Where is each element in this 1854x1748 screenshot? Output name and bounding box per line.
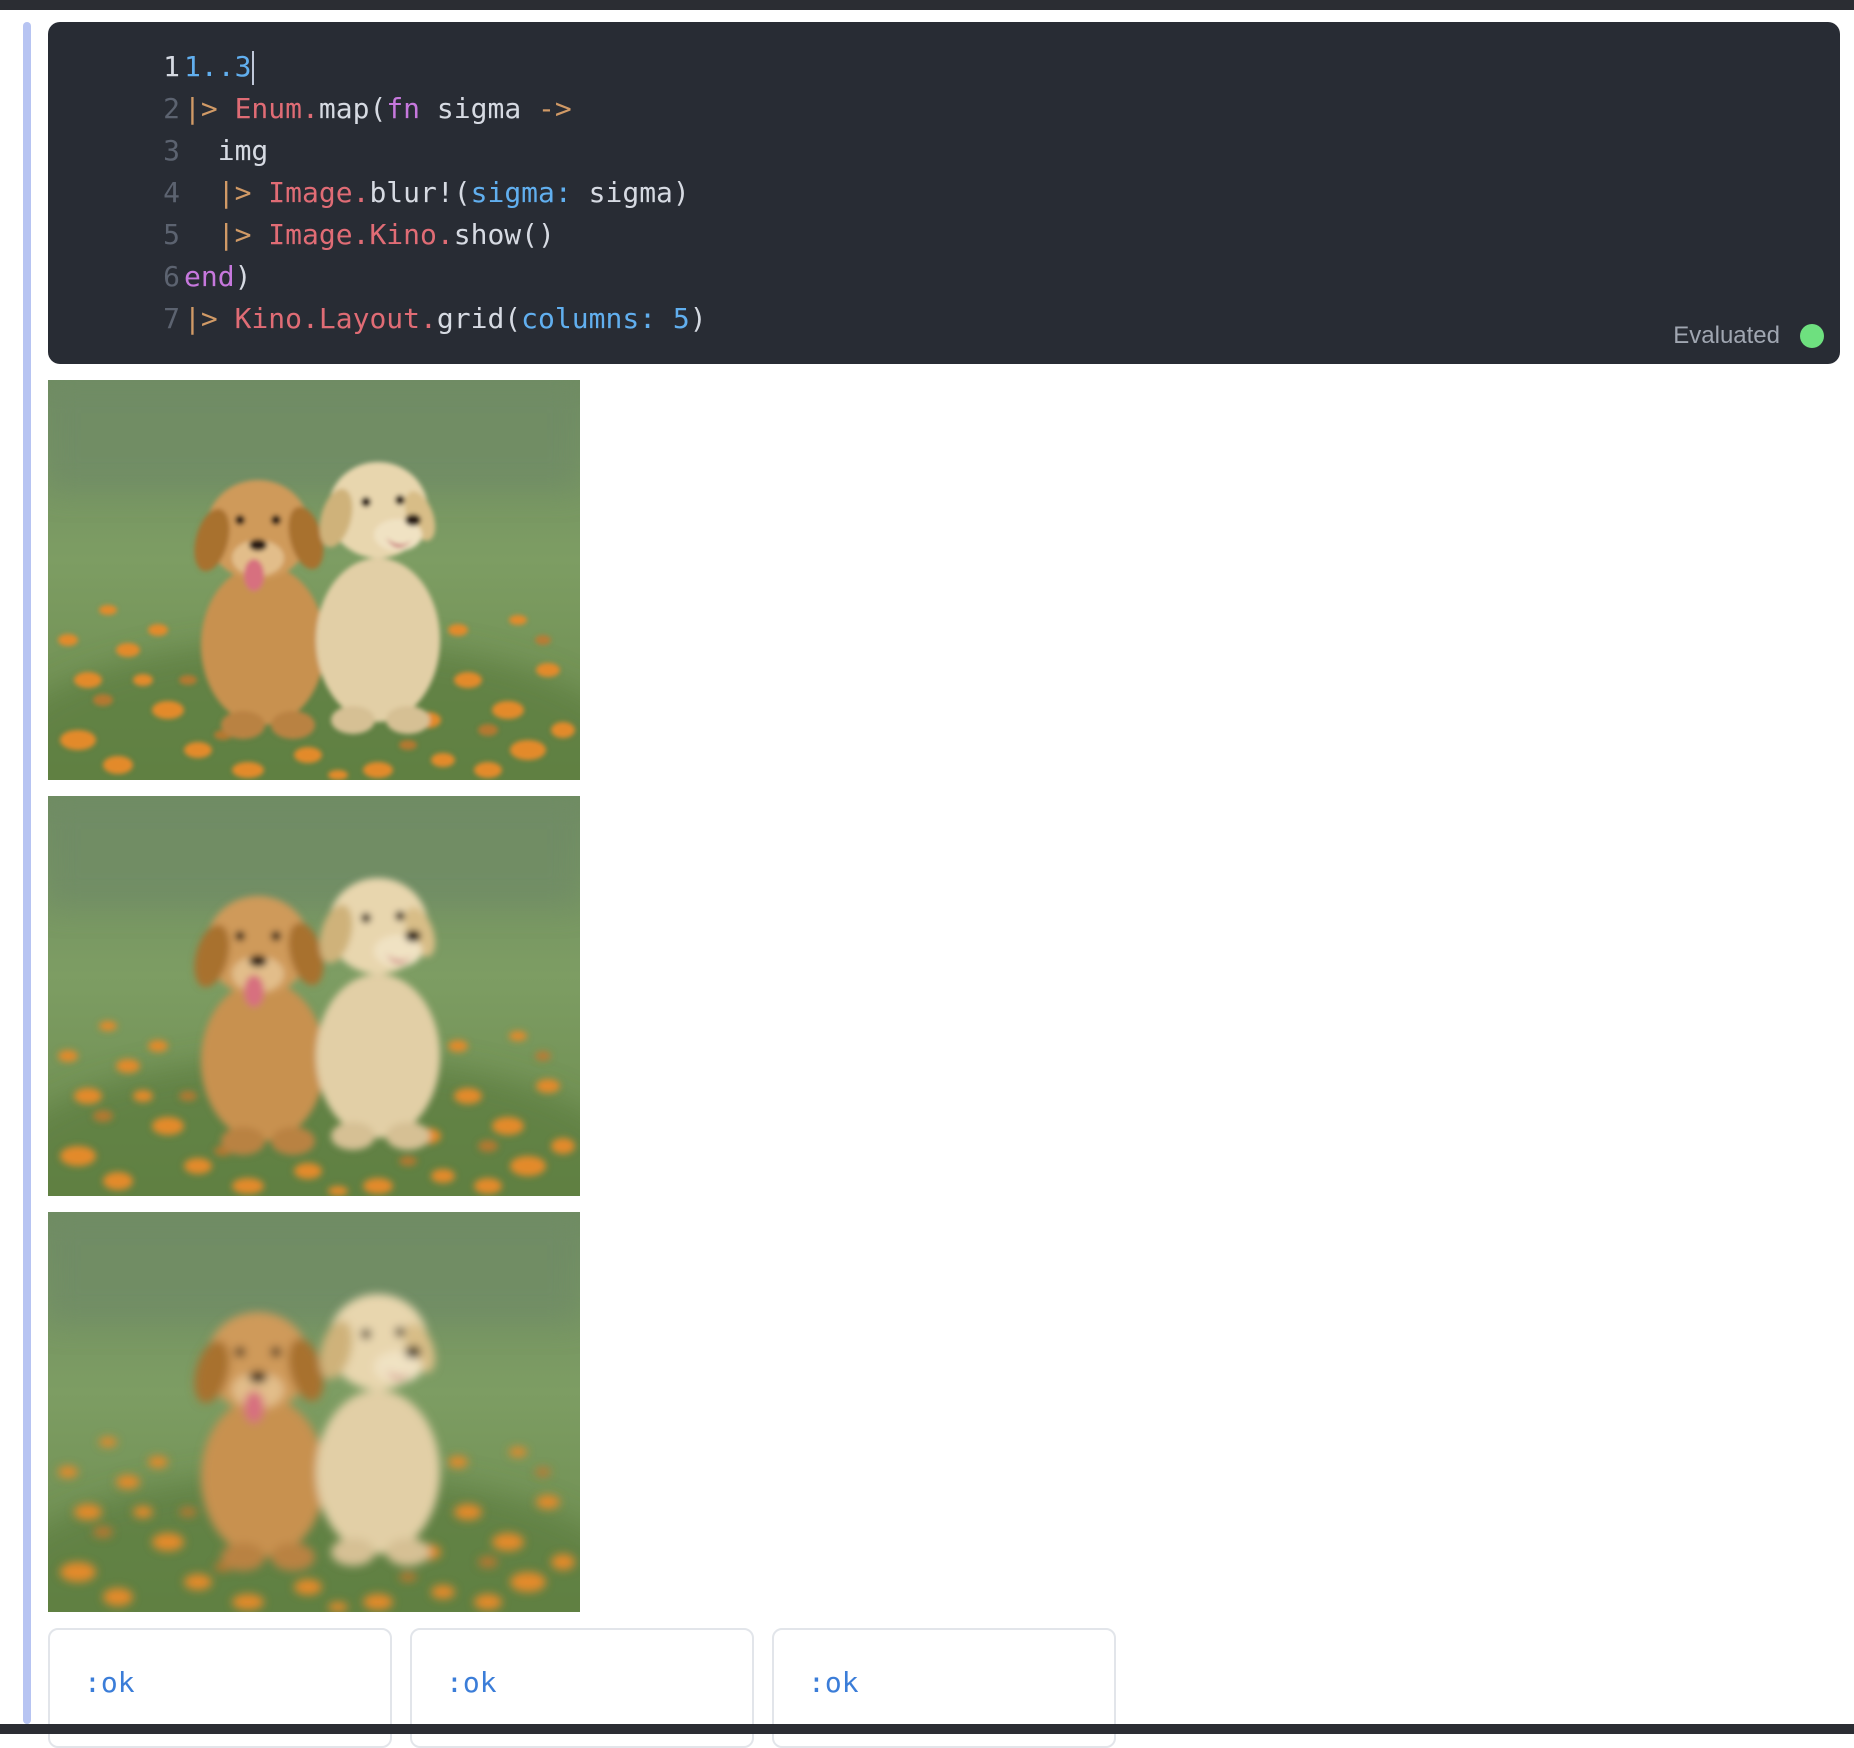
line-number: 1 xyxy=(163,50,180,83)
line-number: 7 xyxy=(163,302,180,335)
code-text: |> Kino.Layout.grid(columns: 5) xyxy=(184,298,707,340)
code-line[interactable]: 2 |> Enum.map(fn sigma -> xyxy=(48,88,1748,130)
code-editor[interactable]: Evaluated 1 1..3 2 |> Enum.map(fn sigma -> 3… xyxy=(48,22,1840,364)
code-line[interactable]: 3 img xyxy=(48,130,1748,172)
code-token: Enum. xyxy=(234,92,319,125)
code-token: map( xyxy=(318,92,387,125)
result-value: :ok xyxy=(808,1666,859,1699)
cell-focus-indicator xyxy=(23,22,31,1724)
code-token: sigma: xyxy=(470,176,572,209)
code-token: |> xyxy=(217,218,252,251)
code-line[interactable]: 1 1..3 xyxy=(48,46,1748,88)
code-token: Image. xyxy=(268,176,370,209)
code-token: blur!( xyxy=(369,176,471,209)
code-line[interactable]: 4 |> Image.blur!(sigma: sigma) xyxy=(48,172,1748,214)
code-token: show() xyxy=(453,218,555,251)
output-image xyxy=(48,1212,580,1612)
code-token: sigma) xyxy=(571,176,690,209)
code-line[interactable]: 6 end) xyxy=(48,256,1748,298)
line-number: 6 xyxy=(163,260,180,293)
code-line[interactable]: 7 |> Kino.Layout.grid(columns: 5) xyxy=(48,298,1748,340)
code-token: img xyxy=(184,134,269,167)
code-token: 1..3 xyxy=(184,50,252,83)
code-token: end xyxy=(184,260,235,293)
code-text: end) xyxy=(184,256,251,298)
code-token: |> xyxy=(184,302,218,335)
code-text: |> Image.Kino.show() xyxy=(184,214,555,256)
output-image xyxy=(48,796,580,1196)
window-bottom-border xyxy=(0,1724,1854,1734)
code-token: Kino.Layout. xyxy=(234,302,437,335)
code-token: |> xyxy=(184,92,218,125)
code-token: sigma xyxy=(420,92,539,125)
code-text: img xyxy=(184,130,269,172)
code-text: |> Enum.map(fn sigma -> xyxy=(184,88,572,130)
line-number: 4 xyxy=(163,176,180,209)
code-token: -> xyxy=(538,92,572,125)
code-token: 5 xyxy=(672,302,690,335)
code-line[interactable]: 5 |> Image.Kino.show() xyxy=(48,214,1748,256)
code-token: |> xyxy=(217,176,252,209)
status-dot-icon xyxy=(1800,324,1824,348)
result-value: :ok xyxy=(84,1666,135,1699)
text-cursor xyxy=(252,51,255,85)
code-token: ) xyxy=(689,302,707,335)
line-number: 5 xyxy=(163,218,180,251)
code-token: grid( xyxy=(436,302,522,335)
code-token: fn xyxy=(386,92,421,125)
code-token: columns: xyxy=(521,302,657,335)
line-number: 2 xyxy=(163,92,180,125)
line-number: 3 xyxy=(163,134,180,167)
result-value: :ok xyxy=(446,1666,497,1699)
window-top-border xyxy=(0,0,1854,10)
output-image xyxy=(48,380,580,780)
code-text: |> Image.blur!(sigma: sigma) xyxy=(184,172,690,214)
code-text: 1..3 xyxy=(184,46,255,88)
code-token: Image.Kino. xyxy=(268,218,454,251)
code-token: ) xyxy=(234,260,252,293)
